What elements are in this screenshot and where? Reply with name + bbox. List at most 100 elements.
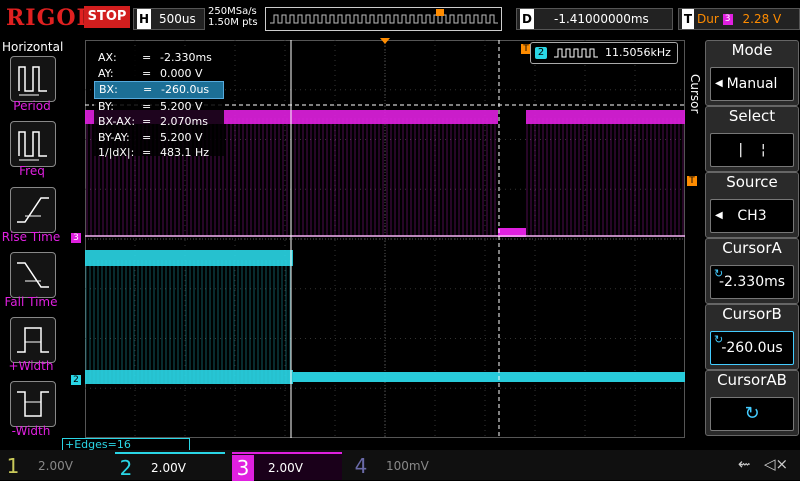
- speaker-muted-icon[interactable]: ◁×: [764, 455, 788, 473]
- cursor-ab-softkey[interactable]: CursorAB ↻: [705, 370, 799, 436]
- mode-value-box: ◀ Manual: [710, 67, 794, 101]
- ch3-status[interactable]: 3 2.00V: [232, 452, 342, 481]
- counter-channel: 2: [535, 47, 547, 59]
- square-wave-icon: [553, 48, 598, 58]
- rotary-knob-icon: ↻: [710, 397, 794, 431]
- frequency-counter[interactable]: 2 11.5056kHz: [530, 42, 678, 64]
- cursor-a-value-box: ↻ -2.330ms: [710, 265, 794, 299]
- rigol-logo: RIGOL: [6, 5, 93, 31]
- period-button[interactable]: [10, 56, 56, 102]
- readout-value: 5.200 V: [160, 99, 203, 113]
- trigger-display[interactable]: T Dur 3 2.28 V: [678, 8, 800, 30]
- cursor-readout-row-selected: BX: = -260.0us: [94, 81, 224, 99]
- frequency-label: Freq: [19, 164, 45, 178]
- ch2-number: 2: [119, 455, 133, 480]
- readout-value: 5.200 V: [160, 130, 203, 144]
- cursor-readout-row: 1/|dX|: = 483.1 Hz: [94, 145, 224, 161]
- source-value-box: ◀ CH3: [710, 199, 794, 233]
- cursor-menu-label: Cursor: [688, 74, 702, 114]
- cursor-a-softkey[interactable]: CursorA ↻ -2.330ms: [705, 238, 799, 304]
- delay-value: -1.41000000ms: [554, 12, 649, 26]
- ch2-scale: 2.00V: [151, 460, 186, 475]
- cursor-readout-row: BY: = 5.200 V: [94, 99, 224, 115]
- negative-width-icon: [17, 391, 49, 417]
- readout-key: 1/|dX|:: [98, 146, 135, 159]
- positive-width-icon: [17, 327, 49, 353]
- cursor-ab-title: CursorAB: [717, 371, 787, 389]
- trigger-key-label: T: [682, 9, 694, 29]
- source-value: CH3: [737, 208, 767, 224]
- readout-key: AY:: [98, 66, 114, 80]
- mode-title: Mode: [731, 41, 773, 59]
- readout-key: BY:: [98, 99, 114, 113]
- rise-time-button[interactable]: [10, 187, 56, 233]
- cursor-a-value: -2.330ms: [718, 274, 786, 290]
- select-arrow-icon: ◀: [715, 78, 723, 89]
- readout-key: AX:: [98, 51, 117, 64]
- ch2-level-marker[interactable]: 2: [71, 375, 81, 385]
- trigger-level-marker[interactable]: T: [687, 176, 697, 186]
- acquisition-info: 250MSa/s 1.50M pts: [208, 6, 258, 28]
- select-title: Select: [728, 107, 776, 125]
- readout-eq: =: [142, 115, 152, 128]
- readout-eq: =: [143, 83, 153, 96]
- select-cursor-icon: | ¦: [710, 133, 794, 167]
- period-icon: [18, 66, 47, 96]
- fall-time-icon: [17, 262, 49, 288]
- ch3-number: 3: [232, 454, 254, 481]
- mode-softkey[interactable]: Mode ◀ Manual: [705, 40, 799, 106]
- select-softkey[interactable]: Select | ¦: [705, 106, 799, 172]
- timebase-value: 500us: [159, 12, 196, 26]
- ch2-trace-low: [85, 370, 293, 384]
- cursor-readout-row: BY-AY: = 5.200 V: [94, 130, 224, 146]
- readout-value: 483.1 Hz: [160, 146, 210, 159]
- fall-time-button[interactable]: [10, 252, 56, 298]
- horizontal-key-label: H: [137, 9, 151, 29]
- timebase-display[interactable]: H 500us: [133, 8, 205, 30]
- overview-waveform-icon: [270, 9, 498, 24]
- waveform-overview[interactable]: [265, 7, 502, 31]
- cursor-b-value: -260.0us: [721, 340, 783, 356]
- ch1-status[interactable]: 1 2.00V: [2, 452, 110, 478]
- ch2-status[interactable]: 2 2.00V: [115, 452, 225, 480]
- readout-key: BX-AX:: [98, 115, 136, 128]
- ch3-level-marker[interactable]: 3: [71, 233, 81, 243]
- trigger-source: 3: [722, 14, 733, 25]
- memory-depth: 1.50M pts: [208, 17, 258, 28]
- readout-value: -260.0us: [161, 83, 210, 96]
- select-arrow-icon: ◀: [715, 210, 723, 221]
- overview-trigger-marker: [436, 9, 444, 16]
- mode-value: Manual: [726, 76, 778, 92]
- readout-key: BY-AY:: [98, 130, 130, 144]
- cursor-readout-row: BX-AX: = 2.070ms: [94, 114, 224, 130]
- delay-display[interactable]: D -1.41000000ms: [516, 8, 673, 30]
- cursor-a-title: CursorA: [722, 239, 782, 257]
- cursor-b-value-box: ↻ -260.0us: [710, 331, 794, 365]
- positive-width-button[interactable]: [10, 317, 56, 363]
- source-softkey[interactable]: Source ◀ CH3: [705, 172, 799, 238]
- ch4-scale: 100mV: [386, 458, 429, 473]
- run-stop-status[interactable]: STOP: [84, 6, 130, 28]
- readout-value: 0.000 V: [160, 66, 203, 80]
- ch3-scale: 2.00V: [268, 460, 303, 475]
- cursor-b-softkey[interactable]: CursorB ↻ -260.0us: [705, 304, 799, 370]
- horizontal-panel-title: Horizontal: [2, 40, 64, 54]
- frequency-button[interactable]: [10, 121, 56, 167]
- ch4-status[interactable]: 4 100mV: [350, 452, 460, 478]
- rise-time-label: Rise Time: [1, 230, 61, 244]
- negative-width-button[interactable]: [10, 381, 56, 427]
- trigger-level: 2.28 V: [742, 12, 782, 26]
- ch1-scale: 2.00V: [38, 458, 73, 473]
- rotary-knob-icon: ↻: [714, 267, 724, 280]
- usb-icon: ⇜: [738, 455, 751, 473]
- ch4-number: 4: [354, 453, 368, 478]
- readout-eq: =: [142, 130, 152, 144]
- cursor-b-title: CursorB: [722, 305, 782, 323]
- readout-value: 2.070ms: [160, 115, 208, 128]
- positive-width-label: +Width: [8, 359, 54, 373]
- cursor-readout-row: AX: = -2.330ms: [94, 50, 224, 66]
- horizontal-center-marker: [380, 38, 390, 44]
- rise-time-icon: [17, 197, 49, 223]
- readout-eq: =: [142, 99, 152, 113]
- readout-eq: =: [142, 51, 152, 64]
